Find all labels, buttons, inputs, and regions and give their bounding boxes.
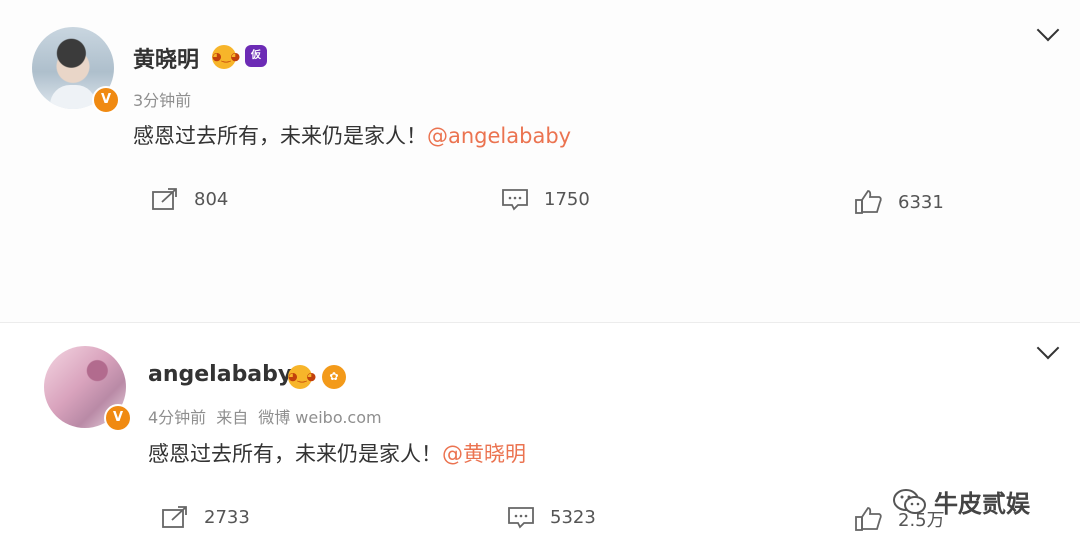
post-time[interactable]: 4分钟前: [148, 408, 206, 427]
post-meta: 3分钟前: [133, 87, 201, 111]
watermark: 牛皮贰娱: [892, 484, 1030, 519]
mention-link[interactable]: @angelababy: [427, 124, 571, 148]
mention-link[interactable]: @黄晓明: [442, 442, 526, 466]
post-meta: 4分钟前 来自 微博 weibo.com: [148, 404, 392, 428]
comment-count: 1750: [544, 188, 590, 210]
author-name[interactable]: angelababy: [148, 362, 292, 387]
comment-icon: [508, 507, 534, 529]
like-button[interactable]: 6331: [854, 189, 944, 215]
member-badge-icon: 仮: [245, 45, 267, 67]
thumbs-up-icon: [855, 507, 882, 531]
comment-button[interactable]: 5323: [506, 504, 596, 530]
watermark-text: 牛皮贰娱: [934, 490, 1030, 518]
share-icon: [152, 188, 177, 210]
fan-badge-icon: ◕‿◕: [212, 45, 240, 69]
source-label: 来自: [216, 408, 249, 427]
chevron-down-icon[interactable]: [1036, 18, 1060, 42]
fan-badge-icon: ◕‿◕: [288, 365, 316, 389]
post-time[interactable]: 3分钟前: [133, 91, 191, 110]
repost-count: 804: [194, 188, 229, 210]
post-text: 感恩过去所有，未来仍是家人！: [133, 124, 427, 148]
weibo-post-1: V 黄晓明 ◕‿◕ 仮 3分钟前 感恩过去所有，未来仍是家人！@angelaba…: [0, 0, 1080, 322]
post-text: 感恩过去所有，未来仍是家人！: [148, 442, 442, 466]
vip-badge-icon: ✿: [322, 365, 346, 389]
thumbs-up-icon: [855, 190, 882, 214]
wechat-icon: [893, 488, 926, 514]
verified-badge: V: [104, 404, 132, 432]
share-icon: [162, 506, 187, 528]
author-name[interactable]: 黄晓明: [133, 42, 199, 74]
like-count: 6331: [898, 191, 944, 213]
comment-count: 5323: [550, 506, 596, 528]
post-content: 感恩过去所有，未来仍是家人！@angelababy: [133, 120, 571, 150]
repost-button[interactable]: 804: [150, 186, 228, 212]
comment-icon: [502, 189, 528, 211]
post-content: 感恩过去所有，未来仍是家人！@黄晓明: [148, 438, 526, 468]
verified-badge: V: [92, 86, 120, 114]
repost-count: 2733: [204, 506, 250, 528]
repost-button[interactable]: 2733: [160, 504, 250, 530]
comment-button[interactable]: 1750: [500, 186, 590, 212]
post-source[interactable]: 微博 weibo.com: [258, 408, 381, 427]
